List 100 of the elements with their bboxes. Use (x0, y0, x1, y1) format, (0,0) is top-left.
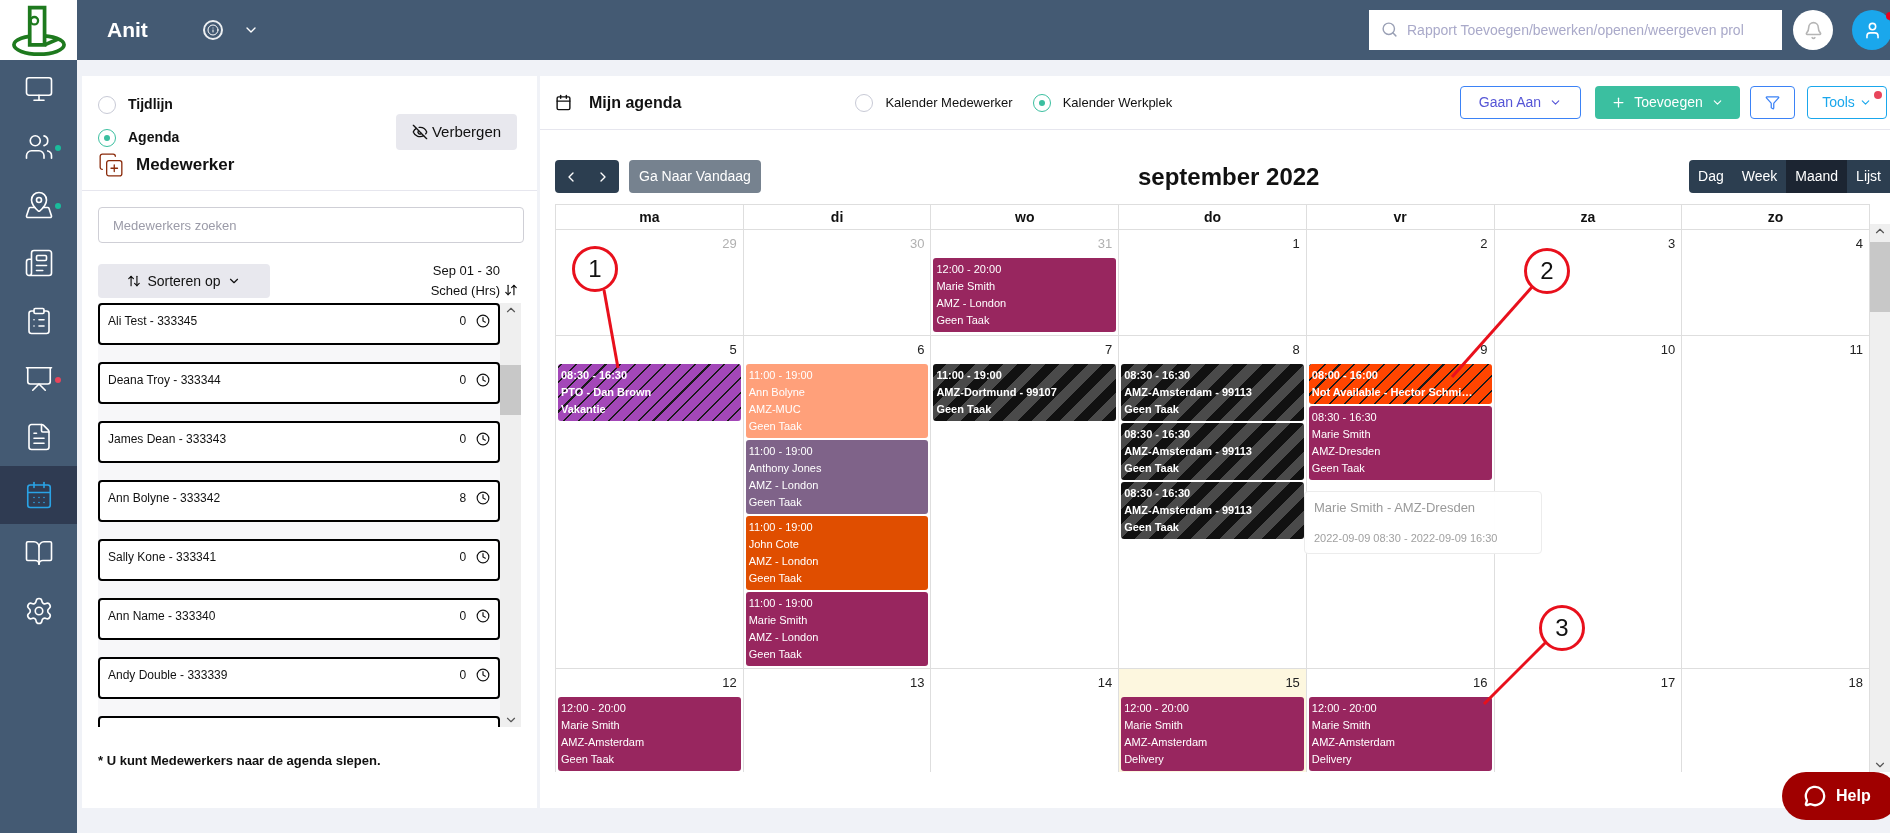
hide-button[interactable]: Verbergen (396, 114, 517, 150)
scrollbar-thumb[interactable] (1870, 242, 1890, 312)
day-cell[interactable]: 6 11:00 - 19:00 Ann Bolyne AMZ-MUC Geen Taak 11:00 - 19:00 Anthony Jones AMZ - London Geen Taak 11:00 - 19:00 John Cote AMZ - London Geen Taak 11:00 - 19:00 Marie Smith AMZ - London Geen Taak (743, 336, 932, 669)
employee-name: Ali Test - 333345 (108, 313, 198, 330)
calendar-event[interactable]: 08:30 - 16:30 AMZ-Amsterdam - 99113 Geen Taak (1121, 364, 1304, 421)
hours-value: 0 (459, 431, 467, 448)
calendar-event[interactable]: 12:00 - 20:00 Marie Smith AMZ - London Geen Taak (933, 258, 1117, 332)
event-text: Geen Taak (1311, 461, 1366, 476)
day-number: 2 (1480, 235, 1489, 253)
calendar-icon (555, 94, 572, 111)
calendar-event[interactable]: 12:00 - 20:00 Marie Smith AMZ-Amsterdam Delivery (1308, 697, 1492, 771)
day-number: 18 (1848, 674, 1864, 692)
view-tab[interactable]: Maand (1786, 160, 1848, 193)
view-tab[interactable]: Dag (1689, 160, 1733, 193)
event-text: 11:00 - 19:00 (748, 368, 814, 383)
event-text: AMZ-MUC (748, 402, 802, 417)
employee-name: James Dean - 333343 (108, 431, 227, 448)
calendar-event[interactable]: 08:30 - 16:30 AMZ-Amsterdam - 99113 Geen Taak (1121, 423, 1304, 480)
sidebar-item[interactable] (0, 466, 77, 524)
add-employee-icon[interactable] (98, 152, 124, 178)
day-number: 8 (1292, 341, 1301, 359)
event-text: Marie Smith (1311, 718, 1372, 733)
sort-button[interactable]: Sorteren op (98, 264, 270, 298)
calendar-event[interactable]: 11:00 - 19:00 John Cote AMZ - London Geen Taak (745, 516, 929, 590)
event-text: Geen Taak (1124, 402, 1180, 417)
event-text: AMZ - London (748, 554, 820, 569)
day-number: 10 (1660, 341, 1677, 359)
employee-card[interactable]: Ali Test - 333345 0 (98, 303, 501, 345)
employee-card[interactable]: Ann Bolyne - 333342 8 (98, 480, 501, 522)
day-number: 1 (1292, 235, 1301, 253)
employee-card[interactable]: Andy Double - 333339 0 (98, 657, 501, 699)
event-text: 11:00 - 19:00 (748, 520, 814, 535)
day-number: 16 (1473, 674, 1489, 692)
day-cell[interactable]: 1 (1119, 230, 1307, 336)
calendar-event[interactable]: 11:00 - 19:00 AMZ-Dortmund - 99107 Geen Taak (933, 364, 1117, 421)
help-button[interactable]: Help (1782, 772, 1890, 820)
event-text: 12:00 - 20:00 (936, 262, 1003, 277)
calendar-event[interactable]: 12:00 - 20:00 Marie Smith AMZ-Amsterdam Geen Taak (558, 697, 741, 771)
day-number: 15 (1285, 674, 1301, 692)
day-number: 3 (1668, 235, 1677, 253)
scrollbar[interactable] (1870, 224, 1890, 772)
calendar-event[interactable]: 12:00 - 20:00 Marie Smith AMZ-Amsterdam Delivery (1121, 697, 1304, 771)
hours-value: 0 (459, 372, 467, 389)
calendar-event[interactable]: 11:00 - 19:00 Anthony Jones AMZ - London Geen Taak (745, 440, 929, 514)
day-cell[interactable]: 2 (1306, 230, 1495, 336)
goto-button[interactable]: Gaan Aan (1460, 86, 1581, 119)
event-text: Anthony Jones (748, 461, 823, 476)
event-text: John Cote (748, 537, 800, 552)
event-text: AMZ-Amsterdam (1311, 735, 1396, 750)
event-text: 08:30 - 16:30 (1124, 427, 1192, 442)
notifications-button[interactable] (1793, 10, 1833, 50)
day-number: 12 (722, 674, 738, 692)
calendar-event[interactable]: 08:30 - 16:30 AMZ-Amsterdam - 99113 Geen Taak (1121, 482, 1304, 539)
calendar-event[interactable]: 08:30 - 16:30 Marie Smith AMZ-Dresden Geen Taak (1308, 406, 1492, 480)
event-text: Marie Smith (1124, 718, 1184, 733)
day-cell[interactable]: 31 12:00 - 20:00 Marie Smith AMZ - London Geen Taak (931, 230, 1120, 336)
event-text: Geen Taak (748, 495, 803, 510)
day-number: 31 (1097, 235, 1114, 253)
today-button[interactable]: Ga Naar Vandaag (629, 160, 761, 193)
event-text: AMZ-Amsterdam (1124, 735, 1209, 750)
clock-icon (476, 314, 491, 328)
day-cell[interactable]: 8 08:30 - 16:30 AMZ-Amsterdam - 99113 Geen Taak 08:30 - 16:30 AMZ-Amsterdam - 99113 Geen Taak 08:30 - 16:30 AMZ-Amsterdam - 99113 Geen Taak (1119, 336, 1307, 669)
day-cell[interactable]: 16 12:00 - 20:00 Marie Smith AMZ-Amsterdam Delivery (1306, 669, 1495, 772)
employee-name: Ann Name - 333340 (108, 608, 216, 625)
view-tab[interactable]: Week (1732, 160, 1787, 193)
filter-button[interactable] (1750, 86, 1795, 119)
day-cell[interactable]: 12 12:00 - 20:00 Marie Smith AMZ-Amsterdam Geen Taak (556, 669, 744, 772)
event-text: Geen Taak (748, 647, 803, 662)
section-title: Medewerker (136, 154, 235, 177)
calendar-title: Mijn agenda (589, 92, 682, 113)
monitor-chart-icon (23, 74, 54, 104)
scrollbar-thumb[interactable] (500, 365, 521, 415)
next-button[interactable] (587, 160, 619, 193)
sort-icon[interactable] (504, 283, 518, 298)
eye-off-icon (411, 124, 428, 140)
search-field[interactable]: Medewerkers zoeken (98, 207, 524, 243)
event-text: AMZ-Dresden (1311, 444, 1382, 459)
search-field[interactable]: Rapport Toevoegen/bewerken/openen/weergeven prol (1369, 10, 1782, 50)
profile-button[interactable] (1852, 10, 1890, 50)
employee-card[interactable]: James Dean - 333343 0 (98, 421, 501, 463)
day-cell[interactable]: 15 12:00 - 20:00 Marie Smith AMZ-Amsterdam Delivery (1119, 669, 1307, 772)
info-icon[interactable] (202, 20, 223, 40)
scrollbar[interactable] (500, 303, 521, 727)
filter-icon (1765, 95, 1780, 110)
day-cell[interactable]: 7 11:00 - 19:00 AMZ-Dortmund - 99107 Geen Taak (931, 336, 1120, 669)
employee-card[interactable]: Ann Name - 333340 0 (98, 598, 501, 640)
employee-card[interactable]: Sally Kone - 333341 0 (98, 539, 501, 581)
radio-label: Tijdlijn (128, 95, 173, 114)
calendar-event[interactable]: 11:00 - 19:00 Marie Smith AMZ - London Geen Taak (745, 592, 929, 666)
day-number: 30 (909, 235, 926, 253)
day-number: 7 (1104, 341, 1114, 359)
event-text: 11:00 - 19:00 (748, 444, 814, 459)
day-cell[interactable]: 11 (1682, 336, 1870, 669)
employee-card[interactable]: Deana Troy - 333344 0 (98, 362, 501, 404)
day-cell[interactable]: 4 (1682, 230, 1870, 336)
day-number: 4 (1855, 235, 1864, 253)
previous-button[interactable] (555, 160, 587, 193)
hours-value: 8 (459, 490, 467, 507)
event-text: Geen Taak (936, 402, 993, 417)
view-tab[interactable]: Lijst (1847, 160, 1890, 193)
